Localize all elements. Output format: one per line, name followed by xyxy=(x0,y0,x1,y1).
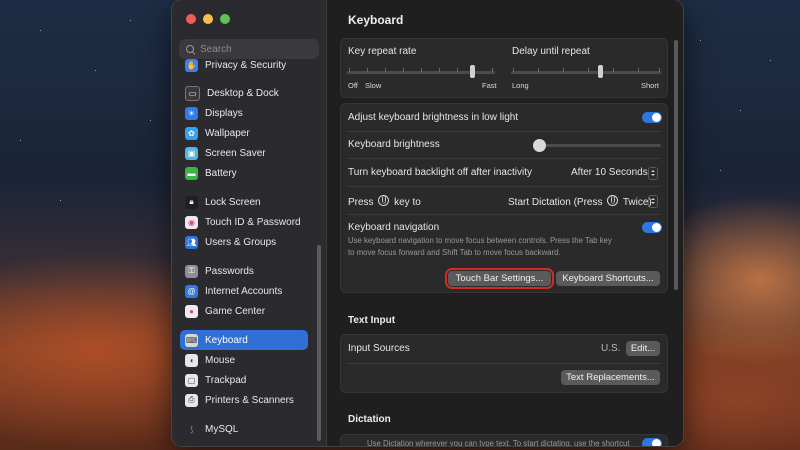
sidebar-item-privacy-security[interactable]: ✋ Privacy & Security xyxy=(180,56,308,75)
slider-label-fast: Fast xyxy=(482,81,497,90)
press-key-popup-icon[interactable] xyxy=(648,195,658,208)
dictation-card: Use Dictation wherever you can type text… xyxy=(340,434,668,446)
sidebar-item-screen-saver[interactable]: ▣ Screen Saver xyxy=(180,143,308,163)
keyboard-icon: ⌨ xyxy=(185,333,198,347)
backlight-off-popup-icon[interactable] xyxy=(648,167,658,180)
screensaver-icon: ▣ xyxy=(185,146,198,160)
slider-label-short: Short xyxy=(641,81,659,90)
key-repeat-rate-knob[interactable] xyxy=(470,65,475,78)
keyboard-brightness-label: Keyboard brightness xyxy=(348,139,440,150)
sidebar-item-trackpad[interactable]: ▢ Trackpad xyxy=(180,370,308,390)
slider-label-off: Off xyxy=(348,81,358,90)
sidebar-item-users-groups[interactable]: 👥︎ Users & Groups xyxy=(180,232,308,252)
divider xyxy=(347,214,661,215)
sidebar: Search ✋ Privacy & Security ▭ Desktop & … xyxy=(172,0,327,446)
sidebar-item-internet-accounts[interactable]: @ Internet Accounts xyxy=(180,281,308,301)
touch-bar-settings-button[interactable]: Touch Bar Settings... xyxy=(445,268,554,289)
backlight-off-label: Turn keyboard backlight off after inacti… xyxy=(348,167,532,178)
sidebar-item-desktop-dock[interactable]: ▭ Desktop & Dock xyxy=(180,83,308,103)
sidebar-item-lock-screen[interactable]: 🔒︎ Lock Screen xyxy=(180,192,308,212)
sidebar-item-mysql[interactable]: ⟆ MySQL xyxy=(180,419,308,439)
backlight-off-value[interactable]: After 10 Seconds xyxy=(571,167,648,178)
sidebar-list: ✋ Privacy & Security ▭ Desktop & Dock ☀ … xyxy=(172,56,326,446)
printer-icon: ⎙ xyxy=(185,393,198,407)
keyboard-navigation-label: Keyboard navigation xyxy=(348,222,440,233)
adjust-brightness-label: Adjust keyboard brightness in low light xyxy=(348,112,519,123)
dictation-description: Use Dictation wherever you can type text… xyxy=(367,439,630,446)
delay-until-repeat-knob[interactable] xyxy=(598,65,603,78)
main-scrollbar[interactable] xyxy=(674,40,678,290)
users-icon: 👥︎ xyxy=(185,235,198,249)
key-repeat-rate-label: Key repeat rate xyxy=(348,46,417,57)
press-key-value[interactable]: Start Dictation (Press Twice) xyxy=(508,195,652,208)
keyboard-shortcuts-button[interactable]: Keyboard Shortcuts... xyxy=(556,271,660,286)
main-pane: Keyboard Key repeat rate Delay until rep… xyxy=(327,0,683,446)
keyboard-brightness-knob[interactable] xyxy=(533,139,546,152)
divider xyxy=(347,158,661,159)
mouse-icon: ◖ xyxy=(185,353,198,367)
sidebar-item-touch-id-password[interactable]: ◉ Touch ID & Password xyxy=(180,212,308,232)
sun-icon: ☀ xyxy=(185,106,198,120)
text-input-card: Input Sources U.S. Edit... Text Replacem… xyxy=(340,334,668,393)
keyboard-options-card: Adjust keyboard brightness in low light … xyxy=(340,103,668,293)
sidebar-item-battery[interactable]: ▬ Battery xyxy=(180,163,308,183)
press-key-label: Press key to xyxy=(348,195,421,208)
sidebar-item-printers-scanners[interactable]: ⎙ Printers & Scanners xyxy=(180,390,308,410)
at-icon: @ xyxy=(185,284,198,298)
dictation-toggle[interactable] xyxy=(642,438,662,446)
dictation-heading: Dictation xyxy=(348,414,391,425)
input-sources-edit-button[interactable]: Edit... xyxy=(626,341,660,356)
sidebar-scrollbar[interactable] xyxy=(317,245,321,441)
minimize-button[interactable] xyxy=(203,14,213,24)
divider xyxy=(347,131,661,132)
game-center-icon: ● xyxy=(185,304,198,318)
zoom-button[interactable] xyxy=(220,14,230,24)
sidebar-item-wallpaper[interactable]: ✿ Wallpaper xyxy=(180,123,308,143)
sidebar-item-keyboard[interactable]: ⌨ Keyboard xyxy=(180,330,308,350)
key-icon: ⚿ xyxy=(185,264,198,278)
adjust-brightness-toggle[interactable] xyxy=(642,112,662,123)
lock-icon: 🔒︎ xyxy=(185,195,198,209)
system-settings-window: Search ✋ Privacy & Security ▭ Desktop & … xyxy=(172,0,683,446)
slider-label-long: Long xyxy=(512,81,529,90)
input-sources-value: U.S. xyxy=(601,343,621,354)
globe-icon xyxy=(607,195,619,206)
dock-icon: ▭ xyxy=(185,85,200,101)
globe-icon xyxy=(378,195,390,206)
search-icon xyxy=(186,44,195,54)
flower-icon: ✿ xyxy=(185,126,198,140)
slider-label-slow: Slow xyxy=(365,81,382,90)
keyboard-navigation-description: Use keyboard navigation to move focus be… xyxy=(348,236,612,257)
hand-icon: ✋ xyxy=(185,58,198,72)
window-controls xyxy=(186,14,230,24)
keyboard-navigation-toggle[interactable] xyxy=(642,222,662,233)
mysql-icon: ⟆ xyxy=(185,422,198,436)
search-placeholder: Search xyxy=(200,43,232,55)
input-sources-label: Input Sources xyxy=(348,343,410,354)
divider xyxy=(347,363,661,364)
repeat-settings-card: Key repeat rate Delay until repeat Off S… xyxy=(340,38,668,98)
sidebar-item-game-center[interactable]: ● Game Center xyxy=(180,301,308,321)
divider xyxy=(347,186,661,187)
sidebar-item-displays[interactable]: ☀ Displays xyxy=(180,103,308,123)
fingerprint-icon: ◉ xyxy=(185,215,198,229)
text-replacements-button[interactable]: Text Replacements... xyxy=(561,370,660,385)
delay-until-repeat-label: Delay until repeat xyxy=(512,46,590,57)
page-title: Keyboard xyxy=(348,13,404,27)
battery-icon: ▬ xyxy=(185,166,198,180)
close-button[interactable] xyxy=(186,14,196,24)
sidebar-item-mouse[interactable]: ◖ Mouse xyxy=(180,350,308,370)
text-input-heading: Text Input xyxy=(348,315,396,326)
trackpad-icon: ▢ xyxy=(185,373,198,387)
sidebar-item-passwords[interactable]: ⚿ Passwords xyxy=(180,261,308,281)
